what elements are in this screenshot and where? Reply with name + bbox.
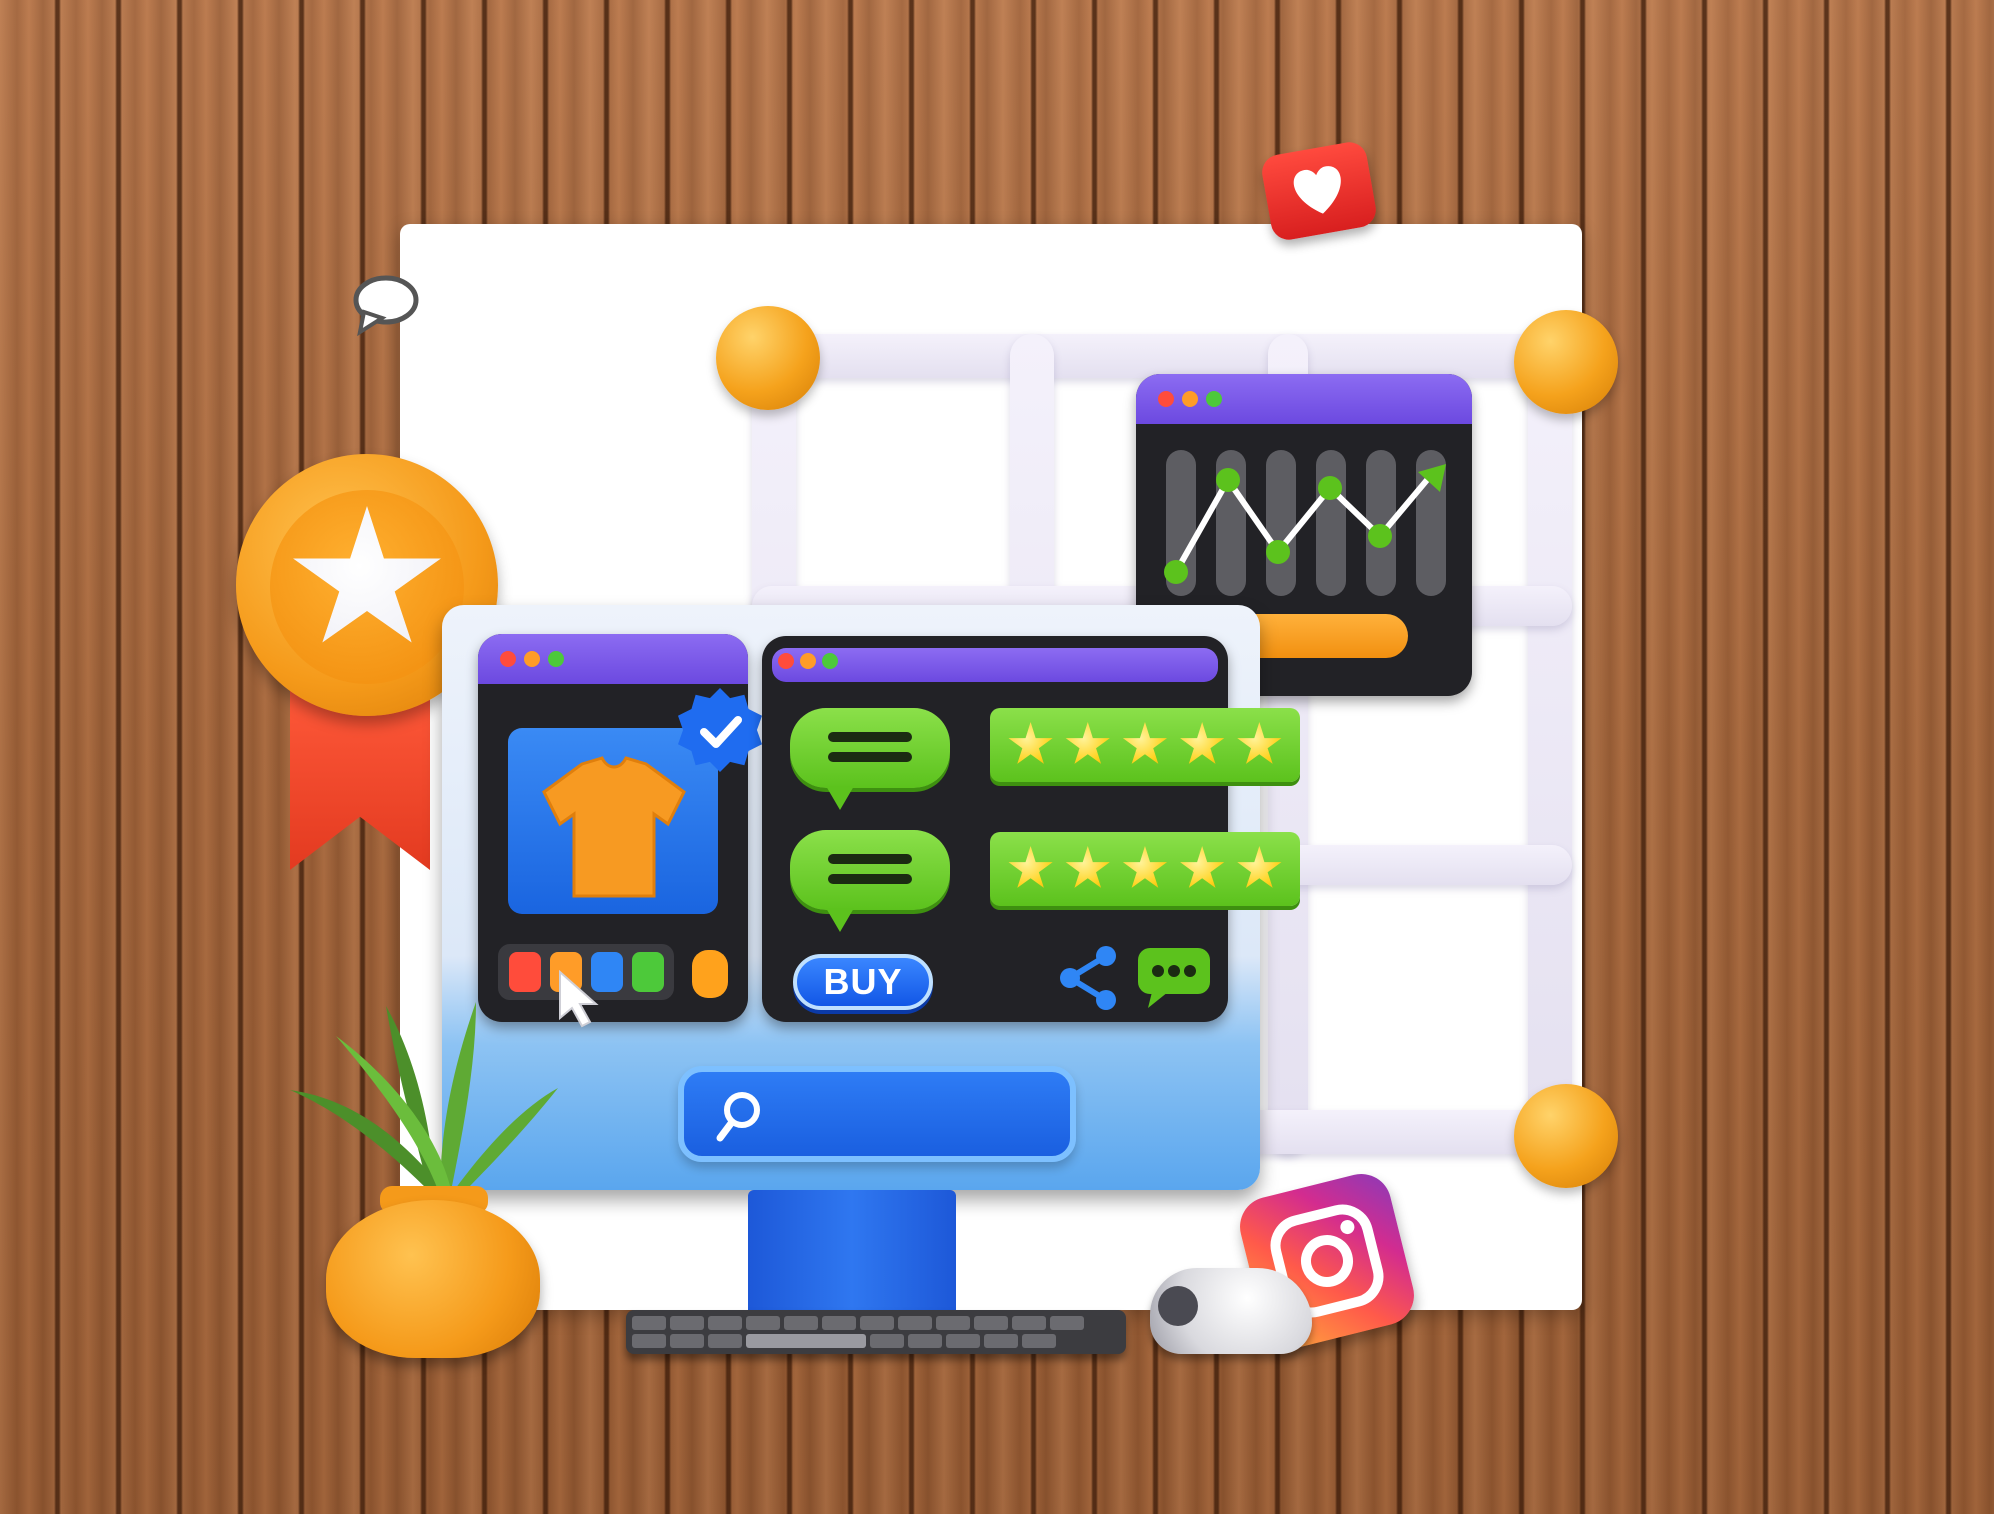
- tshirt-icon: [542, 756, 686, 898]
- color-swatch[interactable]: [631, 952, 664, 992]
- star-icon: [1180, 846, 1225, 888]
- maximize-dot[interactable]: [822, 653, 838, 669]
- buy-button[interactable]: BUY: [793, 954, 933, 1010]
- monitor-stand: [748, 1190, 956, 1310]
- star-icon: [1237, 846, 1282, 888]
- window-title-bar: [478, 634, 748, 684]
- product-image[interactable]: [508, 728, 718, 914]
- product-window: [478, 634, 748, 1022]
- computer-mouse: [1150, 1268, 1312, 1354]
- star-icon: [1180, 722, 1225, 764]
- chat-bubble-icon: [353, 275, 419, 336]
- keyboard: [626, 1310, 1126, 1354]
- color-swatch[interactable]: [692, 950, 728, 998]
- close-dot[interactable]: [778, 653, 794, 669]
- close-dot[interactable]: [500, 651, 516, 667]
- minimize-dot[interactable]: [524, 651, 540, 667]
- search-icon: [716, 1092, 760, 1142]
- cursor-icon: [559, 970, 599, 1028]
- star-icon: [1008, 722, 1053, 764]
- minimize-dot[interactable]: [800, 653, 816, 669]
- maximize-dot[interactable]: [548, 651, 564, 667]
- star-rating[interactable]: [990, 832, 1300, 906]
- heart-like-icon: [1259, 139, 1379, 243]
- star-icon: [1008, 846, 1053, 888]
- comment-icon[interactable]: [1136, 946, 1212, 1010]
- frame-corner-ball: [1514, 310, 1618, 414]
- star-icon: [1122, 846, 1168, 888]
- star-icon: [1122, 722, 1168, 764]
- frame-corner-ball: [1514, 1084, 1618, 1188]
- search-input[interactable]: [678, 1066, 1076, 1162]
- star-icon: [1065, 722, 1110, 764]
- review-comment-bubble: [790, 708, 950, 810]
- color-swatch[interactable]: [508, 952, 541, 992]
- frame-corner-ball: [716, 306, 820, 410]
- star-icon: [1065, 846, 1110, 888]
- review-comment-bubble: [790, 830, 950, 932]
- scene: { "scene": { "buy_label": "BUY" }, "colo…: [0, 0, 1994, 1514]
- share-icon[interactable]: [1056, 942, 1120, 1014]
- star-icon: [1237, 722, 1282, 764]
- star-rating[interactable]: [990, 708, 1300, 782]
